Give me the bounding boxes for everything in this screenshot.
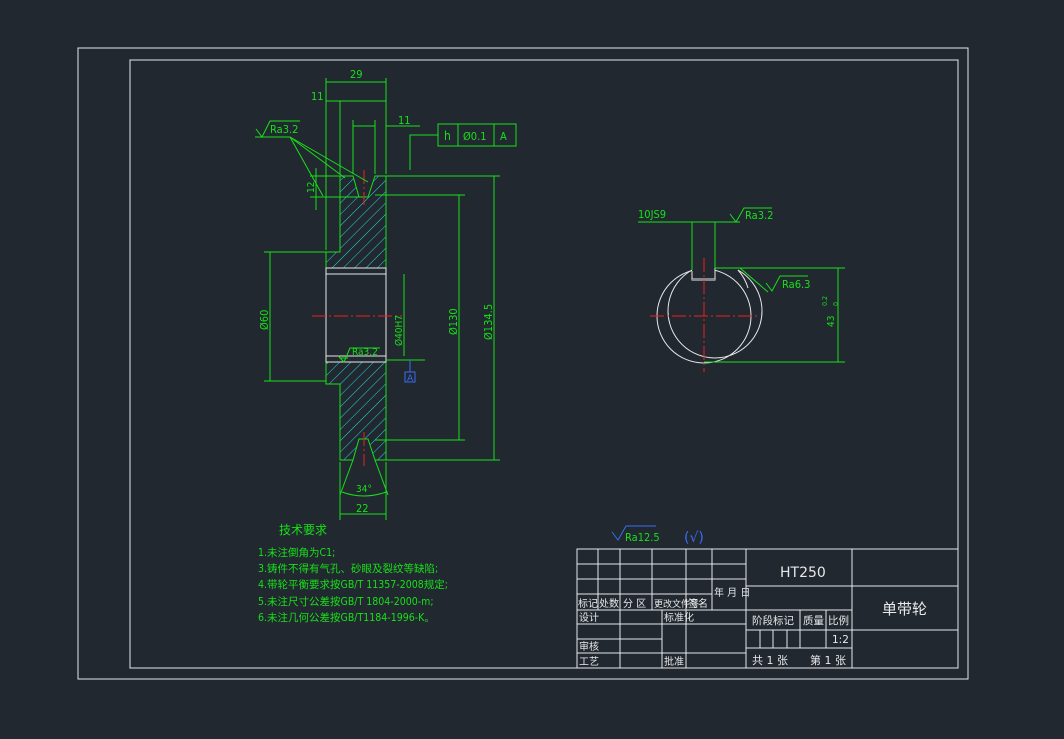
dim-key-tol-up: 0.2 bbox=[821, 296, 829, 306]
tb-date: 年 月 日 bbox=[714, 586, 750, 599]
dim-key-depth: 43 bbox=[826, 316, 837, 327]
dim-d40h7: Ø40H7 bbox=[393, 315, 405, 346]
lower-rim-section bbox=[325, 361, 387, 461]
upper-rim-section bbox=[325, 175, 387, 269]
tb-sheji: 设计 bbox=[579, 611, 599, 624]
dim-key-width: 10JS9 bbox=[638, 208, 666, 221]
tol-datum: A bbox=[500, 130, 507, 143]
general-roughness-mark: (√) bbox=[684, 530, 704, 546]
tol-symbol: h bbox=[444, 129, 451, 143]
tb-chushu: 处数 bbox=[599, 597, 619, 610]
tb-sheets-total: 共 1 张 bbox=[752, 654, 788, 667]
outer-border bbox=[77, 47, 969, 680]
tb-biaozhunhua: 标准化 bbox=[664, 611, 694, 624]
roughness-top: Ra3.2 bbox=[270, 123, 298, 136]
tech-req-title: 技术要求 bbox=[279, 523, 327, 537]
tb-part-name: 单带轮 bbox=[882, 600, 927, 618]
dim-22: 22 bbox=[356, 502, 369, 515]
roughness-bore: Ra3.2 bbox=[352, 347, 378, 358]
dim-34deg: 34° bbox=[356, 484, 372, 495]
dim-11-right: 11 bbox=[398, 114, 411, 127]
dim-29: 29 bbox=[350, 68, 363, 81]
tech-req-1: 1.未注倒角为C1; bbox=[258, 546, 335, 559]
tb-sheet-no: 第 1 张 bbox=[810, 653, 846, 667]
tb-stage: 阶段标记 bbox=[752, 614, 794, 627]
tb-qianming: 签名 bbox=[688, 597, 708, 610]
tb-scale-label: 比例 bbox=[828, 614, 849, 627]
dim-d130: Ø130 bbox=[447, 308, 460, 335]
tech-req-5: 6.未注几何公差按GB/T1184-1996-K。 bbox=[258, 611, 435, 624]
cad-drawing: 29 11 11 12 Ra3.2 h Ø0.1 A Ø60 Ø40H7 Ra3… bbox=[77, 47, 969, 680]
dim-12: 12 bbox=[306, 182, 317, 193]
tech-req-3: 4.带轮平衡要求按GB/T 11357-2008规定; bbox=[258, 578, 448, 591]
general-roughness: Ra12.5 bbox=[625, 531, 660, 544]
roughness-key: Ra3.2 bbox=[745, 209, 773, 222]
tb-material: HT250 bbox=[780, 565, 826, 581]
dim-11-left: 11 bbox=[311, 90, 324, 103]
datum-label: A bbox=[407, 374, 414, 384]
dim-key-tol-low: 0 bbox=[832, 302, 840, 306]
roughness-hub: Ra6.3 bbox=[782, 278, 810, 291]
tb-shenhe: 审核 bbox=[579, 640, 599, 653]
dim-d134: Ø134.5 bbox=[482, 304, 495, 340]
tech-req-4: 5.未注尺寸公差按GB/T 1804-2000-m; bbox=[258, 595, 434, 608]
inner-border bbox=[129, 59, 959, 669]
tb-scale-value: 1:2 bbox=[832, 634, 849, 646]
tb-pizhun: 批准 bbox=[664, 655, 684, 668]
tb-fenqu: 分 区 bbox=[623, 598, 646, 610]
tech-req-2: 3.铸件不得有气孔、砂眼及裂纹等缺陷; bbox=[258, 562, 438, 575]
dim-d60: Ø60 bbox=[258, 310, 271, 330]
hub-outline bbox=[667, 269, 763, 359]
tb-weight: 质量 bbox=[803, 615, 824, 627]
end-view bbox=[638, 207, 845, 372]
tb-gongyi: 工艺 bbox=[579, 656, 599, 668]
section-view bbox=[255, 78, 517, 520]
tb-biaoji: 标记 bbox=[578, 598, 598, 610]
tol-value: Ø0.1 bbox=[463, 130, 487, 143]
